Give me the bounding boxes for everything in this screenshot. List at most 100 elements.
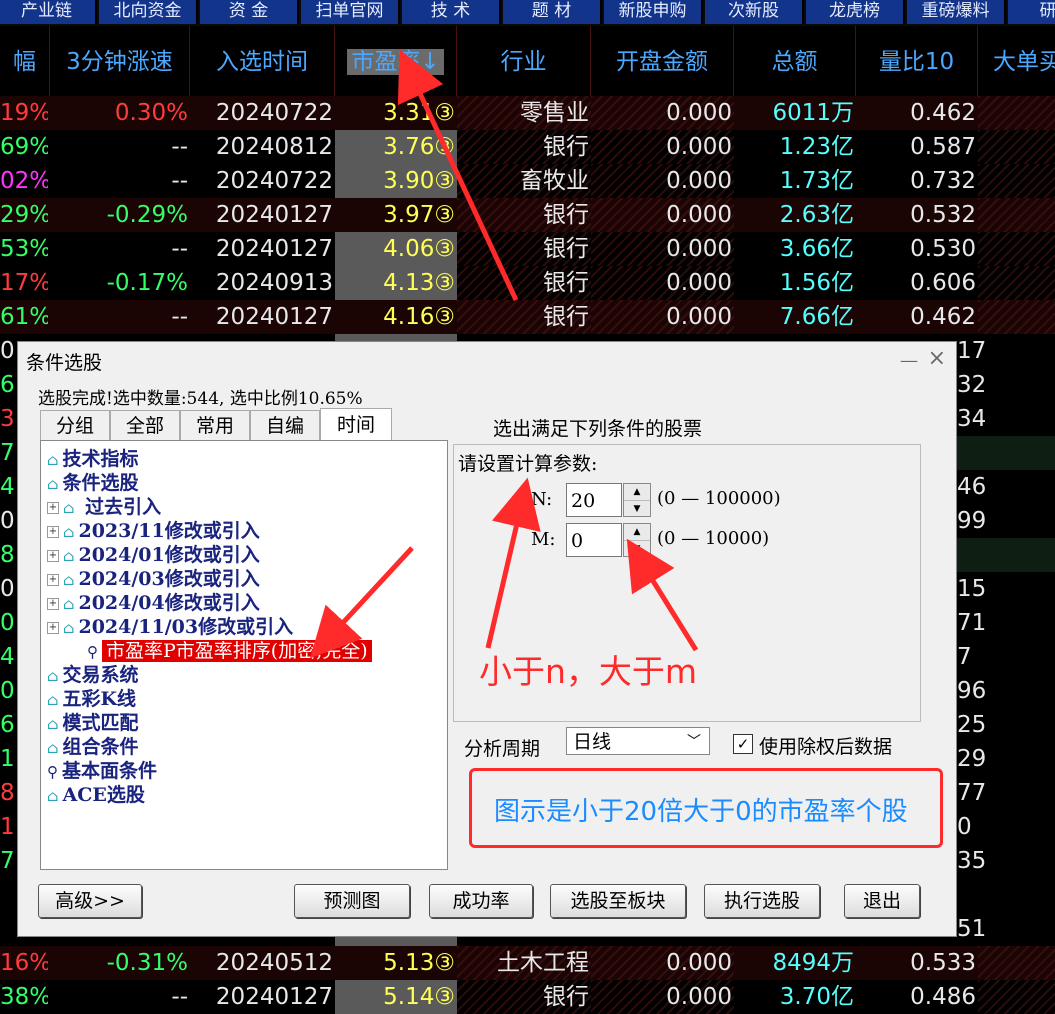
condition-title: 选出满足下列条件的股票 [493,418,703,440]
column-header[interactable]: 行业 [457,26,591,96]
table-row[interactable]: 17% -0.17% 20240913 4.13③ 银行 0.000 1.56亿 0.606 [0,266,1055,300]
cell-speed: -- [171,134,188,160]
tree-item-label: 组合条件 [62,736,139,758]
m-stepper[interactable]: ▲ ▼ [623,523,651,557]
table-row[interactable]: 53% -- 20240127 4.06③ 银行 0.000 3.66亿 0.530 [0,232,1055,266]
top-tab[interactable]: 北向资金 [99,0,198,24]
tree-item[interactable]: ⌂ 技术指标 [47,447,138,472]
cell-total: 1.56亿 [779,270,854,296]
close-icon[interactable]: × [928,346,946,371]
execute-button[interactable]: 执行选股 [704,884,820,918]
top-tab[interactable]: 新股申购 [604,0,703,24]
tree-item[interactable]: + ⌂ 2024/01修改或引入 [47,543,260,568]
expand-icon[interactable]: + [47,574,59,586]
predict-button[interactable]: 预测图 [294,884,410,918]
formula-tree[interactable]: ⌂ 技术指标 ⌂ 条件选股 + ⌂ 过去引入 + ⌂ 2023/11修改或引入 + ⌂ 2024/01… [40,440,448,870]
advanced-button[interactable]: 高级>> [38,884,142,918]
home-icon: ⌂ [63,619,75,637]
tree-item[interactable]: ⚲ 市盈率P市盈率排序(加密,完全) [87,639,372,664]
dialog-tab[interactable]: 全部 [110,410,180,440]
n-input[interactable]: 20 [566,483,622,517]
column-header[interactable]: 开盘金额 [591,26,734,96]
tree-item[interactable]: ⌂ ACE选股 [47,783,145,808]
success-rate-button[interactable]: 成功率 [429,884,533,918]
table-row[interactable]: 19% 0.30% 20240722 3.31③ 零售业 0.000 6011万 0.462 [0,96,1055,130]
expand-icon[interactable]: + [47,598,59,610]
column-header[interactable]: 大单买 [978,26,1055,96]
tree-item[interactable]: ⌂ 组合条件 [47,735,138,760]
cell-open: 0.000 [666,950,732,976]
home-icon: ⌂ [63,571,75,589]
column-header[interactable]: 入选时间 [190,26,335,96]
tree-item[interactable]: + ⌂ 2024/03修改或引入 [47,567,260,592]
tree-item-label: 基本面条件 [62,760,158,782]
top-tab[interactable]: 研究 [1008,0,1055,24]
exit-button[interactable]: 退出 [844,884,920,918]
top-tab[interactable]: 龙虎榜 [806,0,905,24]
column-header-label: 开盘金额 [616,49,708,75]
expand-icon[interactable]: + [47,502,59,514]
tree-item[interactable]: ⌂ 交易系统 [47,663,138,688]
home-icon: ⌂ [47,667,59,685]
tree-item[interactable]: ⚲ 基本面条件 [47,759,157,784]
spin-down-icon[interactable]: ▼ [624,501,650,517]
top-tab[interactable]: 资 金 [200,0,299,24]
tree-item[interactable]: + ⌂ 过去引入 [47,495,161,520]
tree-item[interactable]: ⌂ 模式匹配 [47,711,138,736]
tree-item[interactable]: + ⌂ 2023/11修改或引入 [47,519,260,544]
table-row[interactable]: 61% -- 20240127 4.16③ 银行 0.000 7.66亿 0.462 [0,300,1055,334]
tree-item-label: 2023/11修改或引入 [78,520,260,542]
tree-item-label: 2024/03修改或引入 [78,568,260,590]
adjusted-data-checkbox[interactable]: ✓ [733,734,753,754]
table-row[interactable]: 16% -0.31% 20240512 5.13③ 土木工程 0.000 8494万 0.53… [0,946,1055,980]
spin-down-icon[interactable]: ▼ [624,541,650,557]
top-tab[interactable]: 技 术 [402,0,501,24]
cell-speed: -0.29% [106,202,188,228]
table-row[interactable]: 69% -- 20240812 3.76③ 银行 0.000 1.23亿 0.587 [0,130,1055,164]
column-header[interactable]: 3分钟涨速 [50,26,190,96]
cell-speed: -- [171,984,188,1010]
minimize-icon[interactable]: — [900,350,918,371]
n-stepper[interactable]: ▲ ▼ [623,483,651,517]
cell-ratio: 0.462 [910,304,976,330]
column-header[interactable]: 幅 [0,26,50,96]
dialog-tab[interactable]: 自编 [250,410,320,440]
dialog-tab[interactable]: 分组 [40,410,110,440]
tree-item-label: 条件选股 [62,472,139,494]
expand-icon[interactable]: + [47,550,59,562]
binoculars-icon: ⚲ [87,643,98,661]
hatch-bg [978,300,1055,334]
top-tab[interactable]: 扫单官网 [301,0,400,24]
tree-item[interactable]: + ⌂ 2024/04修改或引入 [47,591,260,616]
left-cell-fragment: 0 [0,508,15,534]
dialog-tab[interactable]: 时间 [320,408,392,440]
tree-item[interactable]: + ⌂ 2024/11/03修改或引入 [47,615,293,640]
table-row[interactable]: 29% -0.29% 20240127 3.97③ 银行 0.000 2.63亿 0.532 [0,198,1055,232]
top-tab[interactable]: 重磅爆料 [907,0,1006,24]
period-select[interactable]: 日线 ﹀ [566,727,710,755]
spin-up-icon[interactable]: ▲ [624,524,650,541]
expand-icon[interactable]: + [47,622,59,634]
to-block-button[interactable]: 选股至板块 [550,884,686,918]
left-cell-fragment: 0 [0,338,15,364]
tree-item[interactable]: ⌂ 五彩K线 [47,687,136,712]
top-tab[interactable]: 题 材 [503,0,602,24]
right-cell-fragment: 25 [955,708,1055,742]
column-header[interactable]: 量比10 [856,26,978,96]
expand-icon[interactable]: + [47,526,59,538]
left-cell-fragment: 3 [0,406,15,432]
column-header[interactable]: 总额 [734,26,856,96]
top-tab[interactable]: 产业链 [0,0,97,24]
table-row[interactable]: 02% -- 20240722 3.90③ 畜牧业 0.000 1.73亿 0.732 [0,164,1055,198]
cell-pe: 4.16③ [383,304,455,330]
cell-open: 0.000 [666,134,732,160]
spin-up-icon[interactable]: ▲ [624,484,650,501]
cell-pe: 3.97③ [383,202,455,228]
annotation-less-greater: 小于n，大于m [479,652,698,691]
m-input[interactable]: 0 [566,523,622,557]
tree-item[interactable]: ⌂ 条件选股 [47,471,138,496]
top-tab[interactable]: 次新股 [705,0,804,24]
column-header[interactable]: 市盈率↓ [335,26,457,96]
table-row[interactable]: 38% -- 20240127 5.14③ 银行 0.000 3.70亿 0.486 [0,980,1055,1014]
dialog-tab[interactable]: 常用 [180,410,250,440]
